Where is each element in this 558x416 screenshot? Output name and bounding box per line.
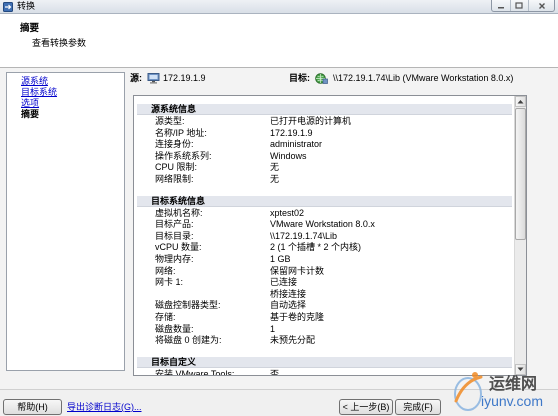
page-title: 摘要 — [20, 23, 40, 34]
watermark-domain: iyunv.com — [481, 393, 543, 409]
finish-button[interactable]: 完成(F) — [395, 399, 441, 415]
summary-row: 网卡 1: 已连接 — [134, 277, 514, 289]
row-value: 保留网卡计数 — [270, 265, 325, 276]
row-value: 已打开电源的计算机 — [270, 116, 352, 126]
row-value: 自动选择 — [270, 300, 307, 311]
back-button[interactable]: < 上一步(B) — [339, 399, 393, 415]
row-label: 磁盘数量: — [155, 323, 194, 334]
summary-row: 网络限制: 无 — [134, 174, 514, 186]
summary-row: 目标产品: VMware Workstation 8.0.x — [134, 219, 514, 231]
row-value: Windows — [270, 150, 307, 161]
row-label: vCPU 数量: — [155, 242, 202, 253]
chevron-down-icon — [517, 367, 524, 371]
row-label: 物理内存: — [155, 253, 194, 264]
computer-icon — [147, 73, 160, 84]
row-label: 网络限制: — [155, 173, 194, 184]
row-label: 存储: — [155, 311, 176, 322]
scrollbar-thumb[interactable] — [515, 108, 526, 240]
help-button[interactable]: 帮助(H) — [3, 399, 62, 415]
row-value: \\172.19.1.74\Lib — [270, 230, 338, 241]
row-value: 否 — [270, 368, 280, 375]
target-label: 目标: — [289, 73, 310, 83]
row-value: 基于卷的克隆 — [270, 311, 325, 322]
summary-row: vCPU 数量: 2 (1 个插槽 * 2 个内核) — [134, 242, 514, 254]
section-header: 源系统信息 — [137, 104, 512, 115]
minimize-icon — [497, 6, 504, 8]
nav-item-source-system[interactable]: 源系统 — [21, 76, 124, 87]
minimize-button[interactable] — [492, 0, 511, 11]
row-label: 磁盘控制器类型: — [155, 300, 221, 311]
summary-row: 桥接连接 — [134, 289, 514, 301]
chevron-up-icon — [517, 100, 524, 104]
watermark-logo-icon — [454, 372, 483, 411]
row-value: 无 — [270, 173, 280, 184]
converter-icon — [3, 2, 13, 12]
title-bar[interactable]: 转换 — [0, 0, 558, 14]
summary-row: 源类型: 已打开电源的计算机 — [134, 116, 514, 128]
close-icon — [538, 2, 545, 9]
summary-section: 源系统信息 源类型: 已打开电源的计算机 名称/IP 地址: 172.19.1.9 连接身… — [134, 104, 514, 186]
watermark-name: 运维网 — [489, 376, 538, 393]
source-value: 172.19.1.9 — [163, 73, 206, 83]
row-label: 网络: — [155, 265, 176, 276]
wizard-nav: 源系统 目标系统 选项 摘要 — [6, 72, 125, 371]
nav-item-options[interactable]: 选项 — [21, 98, 124, 109]
summary-row: 磁盘控制器类型: 自动选择 — [134, 300, 514, 312]
page-subtitle: 查看转换参数 — [32, 38, 87, 48]
close-button[interactable] — [529, 0, 554, 11]
row-label: 连接身份: — [155, 139, 194, 150]
row-label: 将磁盘 0 创建为: — [155, 335, 222, 346]
window-title: 转换 — [17, 1, 36, 11]
summary-row: 将磁盘 0 创建为: 未预先分配 — [134, 335, 514, 347]
row-label: 安装 VMware Tools: — [155, 368, 235, 375]
row-label: 目标产品: — [155, 219, 194, 230]
row-value: xptest02 — [270, 207, 305, 218]
source-label: 源: — [130, 73, 142, 83]
row-label: 名称/IP 地址: — [155, 127, 207, 138]
row-value: administrator — [270, 139, 323, 150]
export-diagnostic-log-link[interactable]: 导出诊断日志(G)... — [67, 401, 142, 413]
row-value: 无 — [270, 162, 280, 173]
nav-item-summary: 摘要 — [21, 109, 40, 119]
summary-row: 存储: 基于卷的克隆 — [134, 312, 514, 324]
summary-row: 名称/IP 地址: 172.19.1.9 — [134, 128, 514, 140]
summary-row: 网络: 保留网卡计数 — [134, 266, 514, 278]
row-value: VMware Workstation 8.0.x — [270, 219, 375, 230]
vertical-scrollbar[interactable] — [514, 96, 526, 375]
target-value: \\172.19.1.74\Lib (VMware Workstation 8.… — [333, 73, 514, 83]
row-label: 网卡 1: — [155, 277, 184, 288]
row-label: 源类型: — [155, 116, 185, 126]
row-value: 桥接连接 — [270, 288, 307, 299]
summary-row: 目标目录: \\172.19.1.74\Lib — [134, 231, 514, 243]
summary-row: CPU 限制: 无 — [134, 162, 514, 174]
row-value: 1 GB — [270, 253, 291, 264]
summary-row: 物理内存: 1 GB — [134, 254, 514, 266]
window-controls — [491, 0, 555, 12]
row-label: 虚拟机名称: — [155, 207, 203, 218]
nav-item-target-system[interactable]: 目标系统 — [21, 87, 124, 98]
summary-section: 目标系统信息 虚拟机名称: xptest02 目标产品: VMware Workstat… — [134, 195, 514, 347]
summary-row: 连接身份: administrator — [134, 139, 514, 151]
row-label: 操作系统系列: — [155, 150, 212, 161]
row-label: CPU 限制: — [155, 162, 198, 173]
scroll-down-button[interactable] — [515, 364, 526, 375]
summary-row: 虚拟机名称: xptest02 — [134, 208, 514, 220]
maximize-button[interactable] — [511, 0, 530, 11]
maximize-icon — [515, 2, 524, 9]
row-value: 2 (1 个插槽 * 2 个内核) — [270, 242, 362, 253]
row-label: 目标目录: — [155, 230, 194, 241]
summary-content: 源系统信息 源类型: 已打开电源的计算机 名称/IP 地址: 172.19.1.9 连接身… — [134, 96, 514, 375]
summary-panel[interactable]: 源系统信息 源类型: 已打开电源的计算机 名称/IP 地址: 172.19.1.9 连接身… — [133, 95, 527, 376]
section-header: 目标系统信息 — [137, 195, 512, 207]
row-value: 1 — [270, 323, 276, 334]
network-share-icon — [315, 73, 328, 84]
page-header: 摘要 查看转换参数 — [0, 14, 558, 68]
section-header: 目标自定义 — [137, 356, 512, 368]
row-value: 已连接 — [270, 277, 298, 288]
summary-row: 操作系统系列: Windows — [134, 151, 514, 163]
row-value: 172.19.1.9 — [270, 127, 313, 138]
row-value: 未预先分配 — [270, 335, 316, 346]
scroll-up-button[interactable] — [515, 96, 526, 107]
summary-row: 磁盘数量: 1 — [134, 324, 514, 336]
